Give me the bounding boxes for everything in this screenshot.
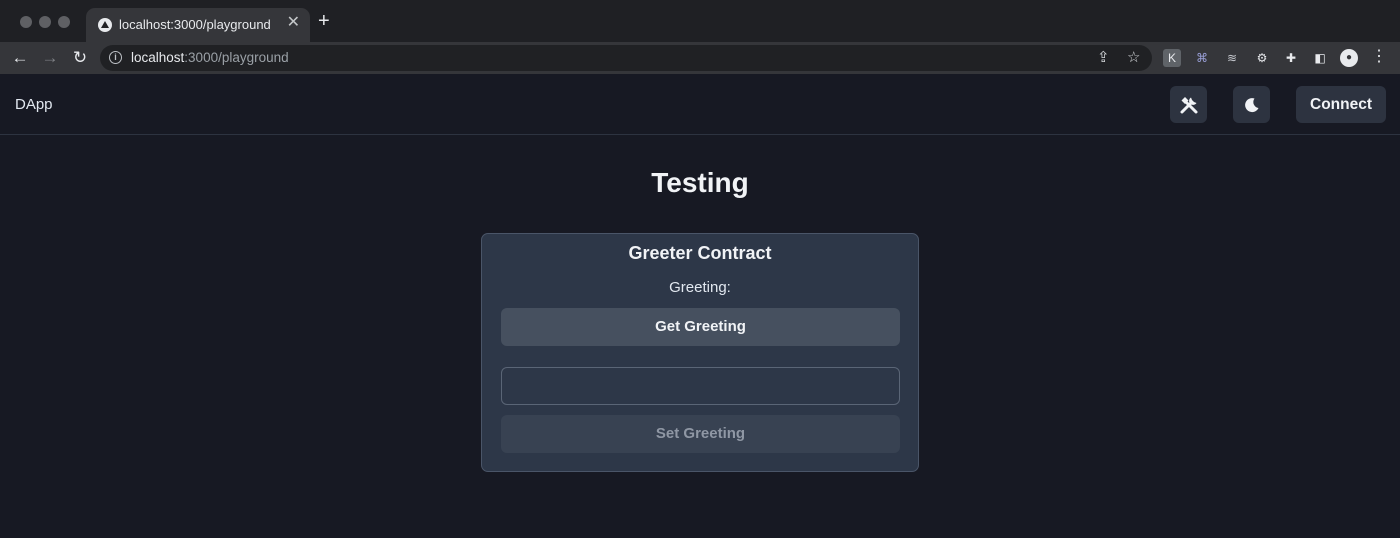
extensions-puzzle-icon[interactable]: ✚ — [1282, 49, 1300, 67]
reload-icon[interactable]: ↻ — [68, 46, 92, 70]
url-path: :3000/playground — [184, 50, 289, 65]
window-minimize-button[interactable] — [39, 16, 51, 28]
forward-icon[interactable]: → — [38, 46, 62, 70]
tab-close-icon[interactable]: ✕ — [287, 15, 300, 31]
card-title: Greeter Contract — [628, 243, 772, 263]
get-greeting-button[interactable]: Get Greeting — [501, 308, 900, 346]
url-host: localhost — [131, 50, 185, 65]
tab-favicon-icon — [98, 18, 112, 32]
app-root: DApp Connect Testing Greeter Contract Gr… — [0, 74, 1400, 538]
profile-avatar-icon[interactable]: ● — [1340, 49, 1358, 67]
extension-k-icon[interactable]: K — [1163, 49, 1181, 67]
browser-toolbar: ← → ↻ i localhost:3000/playground ⇪ ☆ K … — [0, 42, 1400, 74]
extension-pattern-icon[interactable]: ≋ — [1223, 49, 1241, 67]
page-title: Testing — [651, 167, 749, 198]
moon-icon — [1244, 97, 1258, 112]
set-greeting-button[interactable]: Set Greeting — [501, 415, 900, 453]
back-icon[interactable]: ← — [8, 46, 32, 70]
side-panel-icon[interactable]: ◧ — [1311, 49, 1329, 67]
brand-name[interactable]: DApp — [15, 96, 53, 113]
url-text[interactable]: localhost:3000/playground — [131, 50, 289, 65]
tools-icon — [1180, 96, 1197, 113]
site-info-icon[interactable]: i — [109, 51, 122, 64]
theme-toggle-button[interactable] — [1233, 86, 1270, 123]
greeter-contract-card: Greeter Contract Greeting: Get Greeting … — [481, 233, 919, 472]
browser-tab[interactable]: localhost:3000/playground ✕ — [86, 8, 310, 42]
browser-tab-strip: localhost:3000/playground ✕ + — [0, 0, 1400, 42]
extension-gear-icon[interactable]: ⚙ — [1253, 49, 1271, 67]
window-close-button[interactable] — [20, 16, 32, 28]
connect-button[interactable]: Connect — [1296, 86, 1386, 123]
extension-command-icon[interactable]: ⌘ — [1193, 49, 1211, 67]
address-bar[interactable]: i localhost:3000/playground ⇪ ☆ — [100, 45, 1152, 71]
bookmark-star-icon[interactable]: ☆ — [1127, 49, 1140, 67]
tab-title: localhost:3000/playground — [119, 17, 271, 32]
tools-button[interactable] — [1170, 86, 1207, 123]
share-icon[interactable]: ⇪ — [1097, 49, 1110, 67]
greeting-label: Greeting: — [669, 279, 731, 296]
window-zoom-button[interactable] — [58, 16, 70, 28]
new-tab-icon[interactable]: + — [318, 11, 330, 31]
greeting-input[interactable] — [501, 367, 900, 405]
browser-menu-icon[interactable]: ⋮ — [1370, 49, 1388, 67]
app-header: DApp Connect — [0, 74, 1400, 135]
